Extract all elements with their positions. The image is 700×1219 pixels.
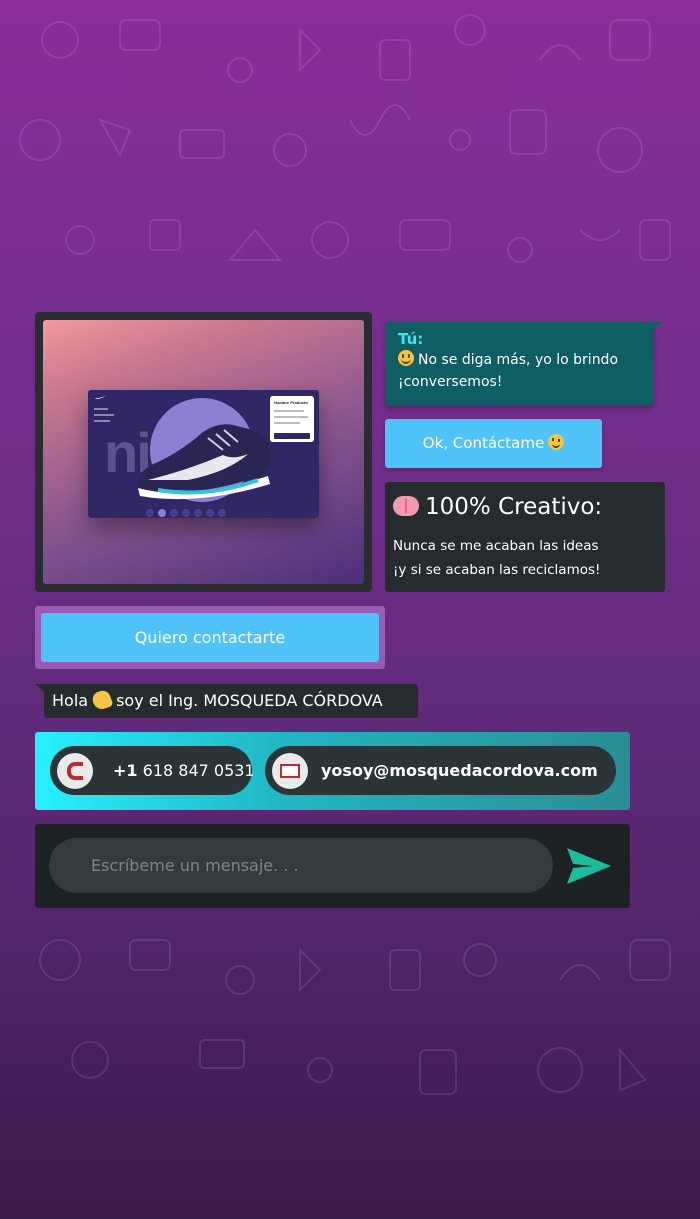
creative-title: 100% Creativo: (393, 490, 657, 524)
phone-number: +1 618 847 0531 (113, 761, 255, 780)
send-button[interactable] (563, 842, 615, 890)
mail-icon (272, 752, 308, 789)
email-address: yosoy@mosquedacordova.com (321, 761, 598, 780)
chat-bubble-creative: 100% Creativo: Nunca se me acaban las id… (385, 482, 665, 592)
mock-toolbar (146, 502, 266, 517)
sender-label: Tú: (398, 330, 424, 348)
email-link[interactable]: yosoy@mosquedacordova.com (265, 746, 616, 795)
portfolio-preview-card[interactable]: nike Nombre Producto (35, 312, 372, 592)
chat-bubble-greeting: Hola soy el Ing. MOSQUEDA CÓRDOVA (35, 684, 418, 718)
phone-icon (57, 752, 93, 789)
creative-line: ¡y si se acaban las reciclamos! (393, 562, 601, 578)
message-input[interactable] (49, 838, 553, 893)
wink-icon (548, 434, 565, 450)
chat-line: No se diga más, yo lo brindo (398, 349, 640, 371)
mock-sidebar (94, 408, 116, 426)
waving-hand-icon (90, 688, 114, 712)
chat-bubble-user: Tú: No se diga más, yo lo brindo ¡conver… (385, 322, 663, 406)
mock-product-card: Nombre Producto (270, 396, 314, 442)
preview-image: nike Nombre Producto (43, 320, 364, 584)
contact-bar: +1 618 847 0531 yosoy@mosquedacordova.co… (35, 732, 630, 810)
phone-link[interactable]: +1 618 847 0531 (50, 746, 255, 795)
creative-line: Nunca se me acaban las ideas (393, 538, 599, 554)
ok-contact-button[interactable]: Ok, Contáctame (385, 419, 602, 468)
quiero-button-frame: Quiero contactarte (35, 606, 385, 669)
swoosh-logo-icon (95, 395, 107, 399)
brain-icon (393, 496, 419, 516)
chat-line: ¡conversemos! (398, 374, 503, 390)
message-composer (35, 824, 630, 908)
smiley-icon (398, 350, 414, 366)
send-icon (567, 848, 611, 884)
quiero-contactarte-button[interactable]: Quiero contactarte (41, 613, 379, 662)
mock-app-window: nike Nombre Producto (88, 390, 319, 518)
sneaker-image (137, 424, 271, 500)
